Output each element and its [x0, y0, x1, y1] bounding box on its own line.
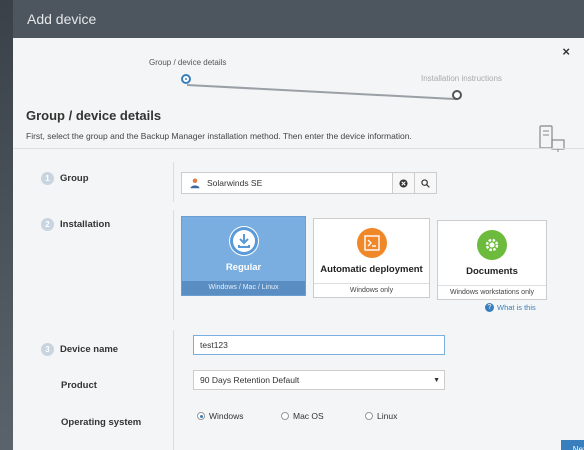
install-option-title: Automatic deployment — [320, 264, 423, 275]
search-group-button[interactable] — [414, 173, 436, 193]
install-option-title: Documents — [466, 266, 518, 277]
wizard-step-2-label: Installation instructions — [421, 74, 502, 83]
radio-empty-icon — [281, 412, 289, 420]
wizard-step-1-label: Group / device details — [149, 58, 227, 67]
search-icon — [421, 178, 430, 188]
product-select[interactable]: 90 Days Retention Default ▼ — [193, 370, 445, 390]
product-label: Product — [61, 380, 97, 391]
group-label: Group — [60, 173, 89, 184]
group-selector[interactable]: Solarwinds SE — [181, 172, 437, 194]
os-radio-windows[interactable]: Windows — [197, 411, 281, 421]
radio-selected-icon — [197, 412, 205, 420]
install-option-subtitle: Windows only — [314, 283, 429, 297]
wizard-progress: Group / device details Installation inst… — [149, 54, 502, 101]
close-button[interactable]: × — [562, 44, 570, 59]
what-is-this-link[interactable]: ? What is this — [485, 303, 536, 312]
installation-row-label: 2 Installation — [41, 218, 110, 231]
group-value: Solarwinds SE — [207, 178, 263, 188]
install-option-regular[interactable]: Regular Windows / Mac / Linux — [181, 216, 306, 296]
add-device-dialog: Add device × Group / device details Inst… — [13, 0, 584, 450]
os-label: Operating system — [61, 417, 142, 428]
device-name-label: Device name — [60, 344, 119, 355]
install-option-automatic[interactable]: Automatic deployment Windows only — [313, 218, 430, 298]
user-group-icon — [190, 178, 200, 189]
field-divider — [173, 162, 174, 202]
download-icon — [228, 226, 259, 256]
device-name-input[interactable] — [193, 335, 445, 355]
wizard-track — [186, 84, 457, 101]
wizard-step-1-dot[interactable] — [181, 74, 191, 84]
field-divider — [173, 210, 174, 320]
help-icon: ? — [485, 303, 494, 312]
group-row-label: 1 Group — [41, 172, 89, 185]
install-option-subtitle: Windows workstations only — [438, 285, 546, 299]
radio-empty-icon — [365, 412, 373, 420]
step-number-badge: 2 — [41, 218, 54, 231]
os-option-label: Mac OS — [293, 411, 324, 421]
os-radio-linux[interactable]: Linux — [365, 411, 449, 421]
terminal-icon — [356, 228, 387, 258]
dialog-title: Add device — [27, 11, 97, 27]
field-divider — [173, 330, 174, 450]
section-divider — [13, 148, 584, 149]
os-radio-group: Windows Mac OS Linux — [197, 411, 449, 421]
clear-circle-icon — [399, 178, 408, 188]
section-title: Group / device details — [26, 108, 162, 123]
device-name-row-label: 3 Device name — [41, 343, 118, 356]
dropdown-caret-icon: ▼ — [433, 376, 440, 384]
device-illustration-icon — [539, 125, 565, 152]
step-number-badge: 3 — [41, 343, 54, 356]
product-selected-value: 90 Days Retention Default — [200, 375, 300, 385]
installation-label: Installation — [60, 219, 111, 230]
gear-icon — [477, 230, 507, 260]
next-button[interactable]: Next — [561, 440, 584, 450]
product-row-label: Product — [61, 380, 97, 391]
wizard-step-2-dot[interactable] — [452, 90, 462, 100]
os-option-label: Windows — [209, 411, 244, 421]
clear-group-button[interactable] — [392, 173, 414, 193]
step-number-badge: 1 — [41, 172, 54, 185]
dialog-header: Add device — [13, 0, 584, 38]
install-option-documents[interactable]: Documents Windows workstations only — [437, 220, 547, 300]
install-option-title: Regular — [225, 262, 262, 273]
what-is-this-label: What is this — [497, 303, 536, 312]
os-row-label: Operating system — [61, 417, 141, 428]
install-option-subtitle: Windows / Mac / Linux — [182, 281, 305, 295]
os-radio-macos[interactable]: Mac OS — [281, 411, 365, 421]
section-description: First, select the group and the Backup M… — [26, 131, 412, 141]
os-option-label: Linux — [377, 411, 398, 421]
